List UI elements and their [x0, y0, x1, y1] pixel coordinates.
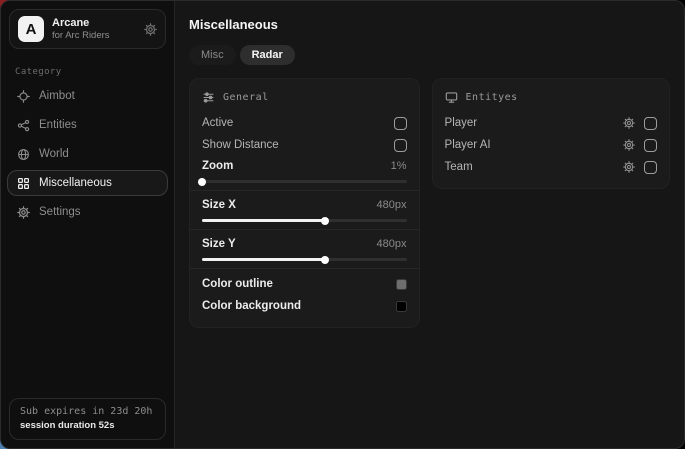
color-background-swatch[interactable] — [396, 301, 407, 312]
tab-bar: Misc Radar — [189, 45, 670, 65]
team-label: Team — [445, 161, 473, 173]
main-content: Miscellaneous Misc Radar General Active — [175, 1, 684, 448]
sidebar-item-world[interactable]: World — [7, 141, 168, 167]
entities-panel: Entityes Player Player AI — [432, 78, 670, 189]
general-panel-title: General — [223, 92, 269, 103]
subscription-card: Sub expires in 23d 20h session duration … — [9, 398, 166, 440]
sidebar-item-settings[interactable]: Settings — [7, 199, 168, 225]
color-outline-row: Color outline — [202, 273, 407, 295]
zoom-row: Zoom 1% — [202, 156, 407, 176]
size-x-row: Size X 480px — [202, 195, 407, 215]
color-outline-label: Color outline — [202, 278, 273, 290]
active-checkbox[interactable] — [394, 117, 407, 130]
team-row: Team — [445, 156, 657, 178]
tab-misc[interactable]: Misc — [189, 45, 236, 65]
sidebar: A Arcane for Arc Riders Category Aimbot … — [1, 1, 175, 448]
size-y-slider[interactable] — [202, 258, 407, 261]
sidebar-item-label: World — [39, 148, 69, 160]
size-x-label: Size X — [202, 199, 236, 211]
size-y-slider-thumb[interactable] — [321, 256, 329, 264]
player-ai-settings-gear-icon[interactable] — [623, 139, 635, 151]
sidebar-item-label: Entities — [39, 119, 77, 131]
entities-panel-title: Entityes — [466, 92, 518, 103]
page-title: Miscellaneous — [189, 17, 670, 32]
show-distance-row: Show Distance — [202, 134, 407, 156]
general-panel: General Active Show Distance Zoom 1% — [189, 78, 420, 328]
sidebar-item-label: Aimbot — [39, 90, 75, 102]
color-background-label: Color background — [202, 300, 301, 312]
header-settings-gear-icon[interactable] — [144, 23, 157, 36]
crosshair-icon — [17, 90, 30, 103]
player-ai-checkbox[interactable] — [644, 139, 657, 152]
color-background-row: Color background — [202, 295, 407, 317]
player-ai-label: Player AI — [445, 139, 491, 151]
entities-panel-header: Entityes — [445, 91, 657, 104]
monitor-icon — [445, 91, 458, 104]
player-label: Player — [445, 117, 478, 129]
team-checkbox[interactable] — [644, 161, 657, 174]
general-panel-header: General — [202, 91, 407, 104]
active-row: Active — [202, 112, 407, 134]
entities-network-icon — [17, 119, 30, 132]
team-settings-gear-icon[interactable] — [623, 161, 635, 173]
player-row: Player — [445, 112, 657, 134]
player-ai-row: Player AI — [445, 134, 657, 156]
zoom-value: 1% — [391, 160, 407, 172]
sidebar-item-label: Settings — [39, 206, 81, 218]
session-duration-text: session duration 52s — [20, 420, 155, 431]
size-y-slider-fill — [202, 258, 325, 261]
grid-icon — [17, 177, 30, 190]
size-x-value: 480px — [377, 199, 407, 211]
app-logo: A — [18, 16, 44, 42]
sub-expires-text: Sub expires in 23d 20h — [20, 406, 155, 417]
sidebar-item-miscellaneous[interactable]: Miscellaneous — [7, 170, 168, 196]
show-distance-checkbox[interactable] — [394, 139, 407, 152]
player-settings-gear-icon[interactable] — [623, 117, 635, 129]
size-y-label: Size Y — [202, 238, 236, 250]
sidebar-nav: Aimbot Entities World Miscellaneous Sett… — [1, 83, 174, 225]
app-subtitle: for Arc Riders — [52, 30, 110, 41]
sidebar-item-entities[interactable]: Entities — [7, 112, 168, 138]
size-x-slider[interactable] — [202, 219, 407, 222]
app-header-card: A Arcane for Arc Riders — [9, 9, 166, 49]
globe-icon — [17, 148, 30, 161]
player-checkbox[interactable] — [644, 117, 657, 130]
app-window: A Arcane for Arc Riders Category Aimbot … — [0, 0, 685, 449]
zoom-slider[interactable] — [202, 180, 407, 183]
size-y-row: Size Y 480px — [202, 234, 407, 254]
divider — [190, 268, 419, 269]
divider — [190, 190, 419, 191]
size-y-value: 480px — [377, 238, 407, 250]
tab-radar[interactable]: Radar — [240, 45, 295, 65]
sliders-icon — [202, 91, 215, 104]
active-label: Active — [202, 117, 233, 129]
category-label: Category — [15, 67, 160, 77]
size-x-slider-fill — [202, 219, 325, 222]
zoom-slider-thumb[interactable] — [198, 178, 206, 186]
gear-icon — [17, 206, 30, 219]
divider — [190, 229, 419, 230]
show-distance-label: Show Distance — [202, 139, 279, 151]
sidebar-item-aimbot[interactable]: Aimbot — [7, 83, 168, 109]
panels-row: General Active Show Distance Zoom 1% — [189, 78, 670, 328]
size-x-slider-thumb[interactable] — [321, 217, 329, 225]
app-titles: Arcane for Arc Riders — [52, 17, 110, 41]
app-name: Arcane — [52, 17, 110, 29]
desktop: A Arcane for Arc Riders Category Aimbot … — [0, 0, 685, 449]
zoom-label: Zoom — [202, 160, 233, 172]
sidebar-item-label: Miscellaneous — [39, 177, 112, 189]
color-outline-swatch[interactable] — [396, 279, 407, 290]
